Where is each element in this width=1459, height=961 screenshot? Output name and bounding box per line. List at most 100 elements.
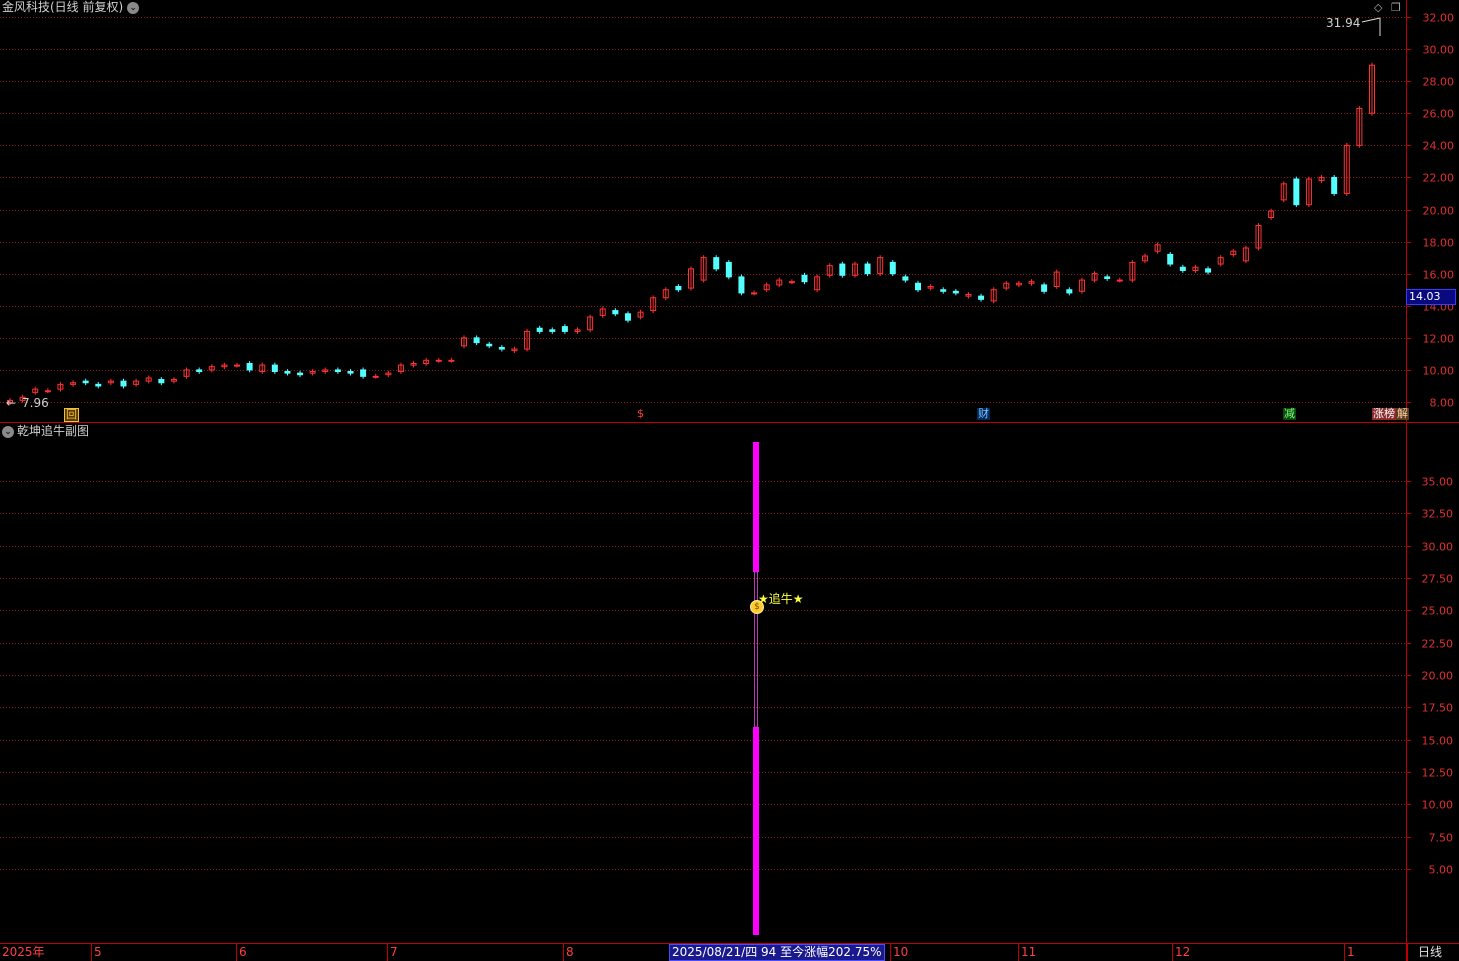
candle-body (889, 261, 896, 275)
candle-body (788, 281, 795, 284)
y-tick-label: 15.00 (1422, 735, 1454, 748)
stock-title: 金风科技(日线 前复权) (2, 0, 124, 14)
candle-body (234, 364, 240, 367)
y-tick-label: 8.00 (1430, 397, 1455, 410)
stock-chart-window: 32.00 30.00 28.00 26.00 24.00 22.00 20.00 18.00… (0, 0, 1459, 961)
min-price-label: 7.96 (22, 396, 49, 410)
candle-body (284, 371, 291, 374)
candle-body (334, 369, 341, 373)
diamond-icon[interactable]: ◇ (1374, 1, 1382, 15)
candle-body (1331, 176, 1338, 194)
signal-label: ★追牛★ (758, 592, 804, 606)
y-tick-label: 35.00 (1422, 476, 1454, 489)
sub-panel-title[interactable]: ⌄ 乾坤追牛副图 (2, 424, 89, 438)
max-price-label: 31.94 (1326, 16, 1361, 30)
candle-body (297, 372, 304, 376)
time-label-month: 8 (566, 945, 574, 959)
y-tick-label: 18.00 (1423, 237, 1455, 250)
y-tick-label: 7.50 (1429, 832, 1454, 845)
y-tick-label: 12.00 (1423, 333, 1455, 346)
candle-body (536, 327, 543, 332)
chevron-down-icon[interactable]: ⌄ (127, 1, 140, 14)
candle-body (158, 379, 165, 384)
time-label-month: 6 (239, 945, 247, 959)
time-label-month: 11 (1021, 945, 1037, 959)
y-tick-label: 20.00 (1422, 670, 1454, 683)
candle-body (713, 257, 720, 270)
candle-body (952, 290, 959, 294)
y-tick-label: 22.00 (1423, 172, 1455, 185)
candle-body (1041, 284, 1048, 292)
marker-reduce-text: 减 (1284, 407, 1295, 420)
candle-body (435, 359, 442, 362)
candle-body (82, 380, 89, 384)
candle-body (347, 371, 354, 374)
arrow-left-icon: ← (6, 396, 17, 410)
candle-body (612, 310, 619, 315)
y-tick-label: 30.00 (1422, 541, 1454, 554)
signal-bar-upper (753, 442, 759, 572)
candle-body (196, 369, 203, 373)
candle-body (1293, 178, 1300, 206)
marker-dollar[interactable]: $ (636, 408, 645, 420)
candle-body (95, 383, 102, 387)
marker-reduce[interactable]: 减 (1283, 408, 1296, 420)
candle-body (940, 289, 947, 292)
candle-body (1116, 279, 1123, 282)
y-tick-label: 24.00 (1423, 140, 1455, 153)
marker-top-gainers[interactable]: 涨榜 (1372, 408, 1396, 420)
marker-top-gainers-text: 涨榜 (1373, 407, 1395, 420)
indicator-title: 乾坤追牛副图 (17, 424, 90, 438)
candle-body (271, 364, 278, 373)
marker-review-text: 回 (66, 408, 77, 421)
time-label-year: 2025年 (2, 945, 45, 959)
marker-finance[interactable]: 财 (977, 408, 990, 420)
candle-body (561, 326, 568, 332)
candle-body (486, 343, 493, 347)
marker-unlock[interactable]: 解 (1396, 408, 1409, 420)
candle-body (372, 375, 379, 378)
candle-body (902, 276, 909, 281)
candle-body (624, 313, 631, 321)
y-tick-label: 30.00 (1423, 44, 1455, 57)
marker-dollar-text: $ (637, 407, 644, 420)
y-tick-label: 16.00 (1423, 269, 1455, 282)
candle-body (44, 390, 51, 393)
window-restore-icon[interactable]: ❐ (1391, 1, 1401, 15)
time-label-month: 1 (1347, 945, 1355, 959)
marker-review[interactable]: 回 (64, 408, 79, 422)
y-tick-label: 22.50 (1422, 638, 1454, 651)
time-label-month: 7 (390, 945, 398, 959)
candle-body (360, 369, 367, 377)
y-tick-label: 32.00 (1423, 12, 1455, 25)
chart-canvas[interactable]: 32.0030.0028.0026.0024.0022.0020.0018.00… (0, 0, 1459, 961)
y-tick-label: 26.00 (1423, 108, 1455, 121)
y-tick-label: 25.00 (1422, 605, 1454, 618)
candle-body (978, 295, 985, 300)
y-tick-label: 5.00 (1429, 864, 1454, 877)
current-price-box: 14.03 (1406, 289, 1456, 305)
period-button[interactable]: 日线 (1418, 945, 1442, 959)
candle-body (675, 286, 682, 291)
candle-body (549, 329, 556, 332)
candle-body (473, 337, 480, 344)
y-tick-label: 12.50 (1422, 767, 1454, 780)
date-readout: 2025/08/21/四 94 至今涨幅202.75% (669, 944, 885, 961)
y-tick-label: 32.50 (1422, 508, 1454, 521)
marker-finance-text: 财 (978, 407, 989, 420)
candle-body (839, 263, 846, 276)
candle-body (915, 282, 921, 291)
time-label-month: 12 (1175, 945, 1191, 959)
candle-body (246, 363, 253, 371)
y-tick-label: 28.00 (1423, 76, 1455, 89)
candle-body (801, 274, 808, 283)
y-tick-label: 27.50 (1422, 573, 1454, 586)
money-bag-icon[interactable]: $ (750, 600, 764, 614)
candle-body (120, 380, 127, 387)
y-tick-label: 10.00 (1422, 799, 1454, 812)
candle-body (1205, 268, 1212, 273)
candle-body (498, 346, 505, 350)
main-panel-title[interactable]: 金风科技(日线 前复权) ⌄ (2, 0, 140, 14)
chevron-down-icon[interactable]: ⌄ (2, 425, 14, 438)
marker-unlock-text: 解 (1397, 407, 1408, 420)
